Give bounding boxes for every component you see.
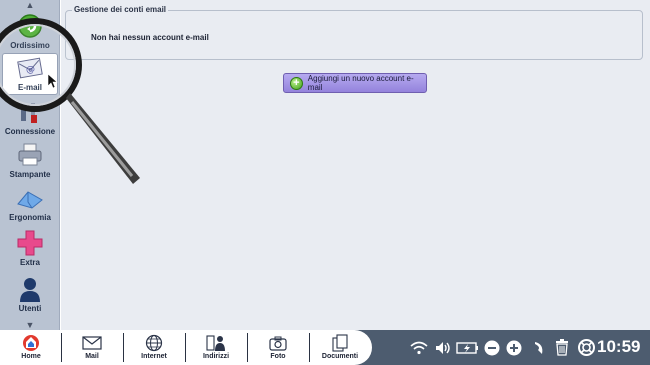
add-email-account-label: Aggiungi un nuovo account e-mail	[307, 74, 414, 92]
sidebar-item-ergonomia[interactable]: Ergonomia	[2, 182, 58, 224]
separator	[247, 333, 248, 362]
ergonomics-icon	[15, 185, 45, 211]
email-accounts-group: Gestione dei conti email Non hai nessun …	[65, 5, 643, 60]
taskbar-indirizzi[interactable]: Indirizzi	[188, 330, 244, 365]
documents-icon	[331, 334, 349, 352]
separator	[61, 333, 62, 362]
add-icon: +	[290, 76, 303, 90]
sidebar: ▲ Ordissimo @ E-mail Connessione Stampan…	[0, 0, 60, 330]
taskbar-apps: Home Mail Internet Indirizzi Foto Docume…	[0, 330, 372, 365]
mail-icon	[82, 335, 102, 351]
sidebar-item-extra[interactable]: Extra	[2, 227, 58, 269]
help-icon[interactable]	[576, 330, 596, 365]
separator	[123, 333, 124, 362]
taskbar-mail[interactable]: Mail	[64, 330, 120, 365]
clock: 10:59	[597, 337, 641, 356]
volume-icon[interactable]	[432, 330, 454, 365]
camera-icon	[269, 335, 287, 351]
taskbar-foto[interactable]: Foto	[250, 330, 306, 365]
taskbar-label: Mail	[85, 353, 99, 360]
zoom-in-icon[interactable]	[504, 330, 524, 365]
sidebar-item-label: Connessione	[4, 127, 56, 136]
taskbar: Home Mail Internet Indirizzi Foto Docume…	[0, 330, 650, 365]
separator	[185, 333, 186, 362]
taskbar-home[interactable]: Home	[8, 330, 54, 365]
user-icon	[15, 276, 45, 302]
scroll-up-arrow-icon[interactable]: ▲	[0, 0, 60, 10]
home-icon	[22, 335, 40, 351]
undo-icon[interactable]	[529, 330, 549, 365]
trash-icon[interactable]	[552, 330, 572, 365]
taskbar-label: Foto	[270, 353, 286, 360]
printer-icon	[15, 142, 45, 168]
sidebar-item-stampante[interactable]: Stampante	[2, 139, 58, 181]
sidebar-item-label: Stampante	[9, 170, 51, 179]
sidebar-item-ordissimo[interactable]: Ordissimo	[2, 10, 58, 52]
main-content: Gestione dei conti email Non hai nessun …	[61, 0, 650, 330]
taskbar-label: Indirizzi	[202, 353, 230, 360]
taskbar-documenti[interactable]: Documenti	[312, 330, 368, 365]
svg-text:@: @	[26, 65, 35, 75]
sidebar-item-label: Extra	[19, 258, 40, 267]
sidebar-item-label: Ergonomia	[9, 213, 51, 222]
sidebar-item-label: Ordissimo	[10, 41, 50, 50]
tools-icon	[15, 99, 45, 125]
taskbar-label: Internet	[141, 353, 167, 360]
group-title: Gestione dei conti email	[72, 5, 169, 14]
no-account-message: Non hai nessun account e-mail	[91, 33, 209, 42]
sidebar-item-label: E-mail	[17, 83, 42, 92]
contacts-icon	[206, 335, 226, 351]
plus-icon	[15, 230, 45, 256]
taskbar-internet[interactable]: Internet	[126, 330, 182, 365]
globe-icon	[145, 334, 163, 352]
scroll-down-arrow-icon[interactable]: ▼	[0, 320, 60, 330]
wifi-icon[interactable]	[408, 330, 430, 365]
add-email-account-button[interactable]: + Aggiungi un nuovo account e-mail	[283, 73, 427, 93]
battery-icon[interactable]	[455, 330, 481, 365]
taskbar-label: Documenti	[321, 353, 359, 360]
separator	[309, 333, 310, 362]
sidebar-item-email[interactable]: @ E-mail	[2, 53, 58, 95]
ordissimo-icon	[15, 13, 45, 39]
sidebar-item-label: Utenti	[18, 304, 42, 313]
email-icon: @	[15, 55, 45, 81]
taskbar-label: Home	[21, 353, 41, 360]
zoom-out-icon[interactable]	[482, 330, 502, 365]
sidebar-item-utenti[interactable]: Utenti	[2, 273, 58, 315]
sidebar-item-connessione[interactable]: Connessione	[2, 96, 58, 138]
